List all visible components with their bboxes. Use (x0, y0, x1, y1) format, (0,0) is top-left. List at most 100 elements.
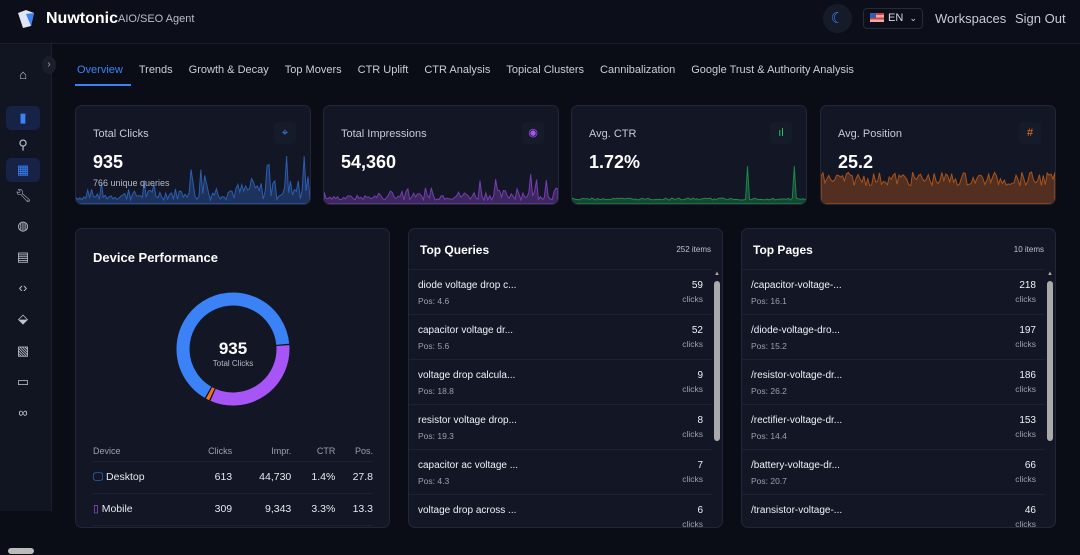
item-count: 252 items (676, 245, 711, 254)
item-label: /rectifier-voltage-dr... (751, 415, 843, 426)
item-clicks: 59 (691, 280, 703, 291)
code-icon[interactable]: ‹› (6, 276, 40, 300)
clicks-unit: clicks (682, 339, 703, 349)
position: 13.3 (335, 493, 373, 526)
tab-trends[interactable]: Trends (131, 58, 181, 86)
item-label: resistor voltage drop... (418, 415, 517, 426)
search-icon[interactable]: ⚲ (6, 133, 40, 157)
top-header: Nuwtonic AIO/SEO Agent ☾ EN ⌄ Workspaces … (0, 0, 1080, 44)
donut-slice-tablet (206, 387, 215, 401)
tab-ctr-analysis[interactable]: CTR Analysis (416, 58, 498, 86)
chat-icon[interactable]: ▭ (6, 370, 40, 394)
list-item[interactable]: /diode-voltage-dro... Pos: 15.2 197 clic… (742, 314, 1045, 359)
brand-name: Nuwtonic (46, 10, 118, 27)
tab-google-trust-authority-analysis[interactable]: Google Trust & Authority Analysis (683, 58, 862, 86)
list-item[interactable]: capacitor voltage dr... Pos: 5.6 52 clic… (409, 314, 712, 359)
brand-subtitle: AIO/SEO Agent (118, 13, 195, 25)
item-label: /battery-voltage-dr... (751, 460, 840, 471)
list-item[interactable]: resistor voltage drop... Pos: 19.3 8 cli… (409, 404, 712, 449)
link-icon[interactable]: ∞ (6, 401, 40, 425)
sign-out-link[interactable]: Sign Out (1015, 11, 1066, 26)
list-item[interactable]: voltage drop across ... 6 clicks (409, 494, 712, 527)
card-title: Total Impressions (341, 128, 427, 140)
panel-title: Top Pages (753, 243, 813, 257)
item-position: Pos: 26.2 (751, 386, 787, 396)
donut-total: 935 (218, 339, 248, 358)
card-title: Avg. CTR (589, 128, 637, 140)
grid-icon[interactable]: ▦ (6, 158, 40, 182)
col-device: Device (93, 441, 188, 462)
language-select[interactable]: EN ⌄ (863, 8, 923, 29)
list-item[interactable]: /resistor-voltage-dr... Pos: 26.2 186 cl… (742, 359, 1045, 404)
tab-top-movers[interactable]: Top Movers (277, 58, 350, 86)
tab-overview[interactable]: Overview (75, 58, 131, 86)
clicks-unit: clicks (682, 384, 703, 394)
col-impressions: Impr. (232, 441, 292, 462)
card-title: Total Clicks (93, 128, 149, 140)
ctr: 3.3% (291, 493, 336, 526)
cursor-click-icon: ⌖ (274, 122, 296, 144)
card-subtext: 766 unique queries (93, 178, 170, 188)
theme-toggle-moon-icon[interactable]: ☾ (823, 4, 852, 33)
horizontal-scrollbar[interactable] (0, 547, 50, 555)
device-name: Desktop (106, 470, 145, 483)
clicks: 309 (187, 493, 233, 526)
item-clicks: 197 (1019, 325, 1036, 336)
tag-icon[interactable]: ⬙ (6, 307, 40, 331)
eye-icon: ◉ (522, 122, 544, 144)
vertical-scrollbar[interactable]: ▲ (714, 271, 720, 527)
workspaces-link[interactable]: Workspaces (935, 11, 1006, 26)
col-position: Pos. (335, 441, 373, 462)
tab-growth-decay[interactable]: Growth & Decay (181, 58, 277, 86)
home-icon[interactable]: ⌂ (6, 63, 40, 87)
card-value: 54,360 (341, 152, 397, 172)
image-icon[interactable]: ▧ (6, 339, 40, 363)
item-clicks: 186 (1019, 370, 1036, 381)
bar-chart-icon: ıl (770, 122, 792, 144)
top-queries-panel: Top Queries 252 items diode voltage drop… (408, 228, 723, 528)
tab-cannibalization[interactable]: Cannibalization (592, 58, 683, 86)
wrench-icon[interactable]: 🔧︎ (6, 184, 40, 208)
stat-card: Avg. CTR 1.72% ıl (571, 105, 807, 205)
item-clicks: 8 (697, 415, 703, 426)
table-row: 🖵 Desktop 613 44,730 1.4% 27.8 (93, 461, 373, 494)
item-label: diode voltage drop c... (418, 280, 517, 291)
list-item[interactable]: diode voltage drop c... Pos: 4.6 59 clic… (409, 269, 712, 314)
item-count: 10 items (1013, 245, 1044, 254)
hash-icon: # (1019, 122, 1041, 144)
analytics-icon[interactable]: ▮ (6, 106, 40, 130)
list-item[interactable]: /transistor-voltage-... 46 clicks (742, 494, 1045, 528)
item-label: capacitor ac voltage ... (418, 460, 519, 471)
item-position: Pos: 4.6 (418, 296, 450, 306)
list-item[interactable]: capacitor ac voltage ... Pos: 4.3 7 clic… (409, 449, 712, 494)
document-icon[interactable]: ▤ (6, 245, 40, 269)
vertical-scrollbar[interactable]: ▲ (1047, 271, 1053, 527)
card-value: 935 (93, 152, 124, 172)
clicks-unit: clicks (1015, 429, 1036, 439)
impressions: 9,343 (232, 493, 292, 526)
tab-bar: Overview Trends Growth & Decay Top Movers CT… (75, 58, 862, 86)
panel-title: Top Queries (420, 243, 490, 257)
tab-topical-clusters[interactable]: Topical Clusters (498, 58, 592, 86)
globe-icon[interactable]: ◍ (6, 214, 40, 238)
clicks-unit: clicks (1015, 519, 1036, 528)
item-position: Pos: 18.8 (418, 386, 454, 396)
clicks-unit: clicks (682, 474, 703, 484)
item-clicks: 218 (1019, 280, 1036, 291)
tab-ctr-uplift[interactable]: CTR Uplift (350, 58, 417, 86)
donut-total-label: Total Clicks (212, 359, 254, 368)
stat-card: Total Impressions 54,360 ◉ (323, 105, 559, 205)
sidebar-collapse-chevron-icon[interactable]: › (42, 56, 56, 74)
item-label: /diode-voltage-dro... (751, 325, 840, 336)
list-item[interactable]: voltage drop calcula... Pos: 18.8 9 clic… (409, 359, 712, 404)
item-clicks: 9 (697, 370, 703, 381)
position: 27.8 (335, 461, 373, 494)
panel-title: Device Performance (93, 250, 219, 265)
item-clicks: 52 (691, 325, 703, 336)
mobile-icon: ▯ (93, 503, 99, 515)
list-item[interactable]: /capacitor-voltage-... Pos: 16.1 218 cli… (742, 269, 1045, 314)
list-item[interactable]: /battery-voltage-dr... Pos: 20.7 66 clic… (742, 449, 1045, 494)
item-position: Pos: 5.6 (418, 341, 450, 351)
top-pages-panel: Top Pages 10 items /capacitor-voltage-..… (741, 228, 1056, 528)
list-item[interactable]: /rectifier-voltage-dr... Pos: 14.4 153 c… (742, 404, 1045, 449)
